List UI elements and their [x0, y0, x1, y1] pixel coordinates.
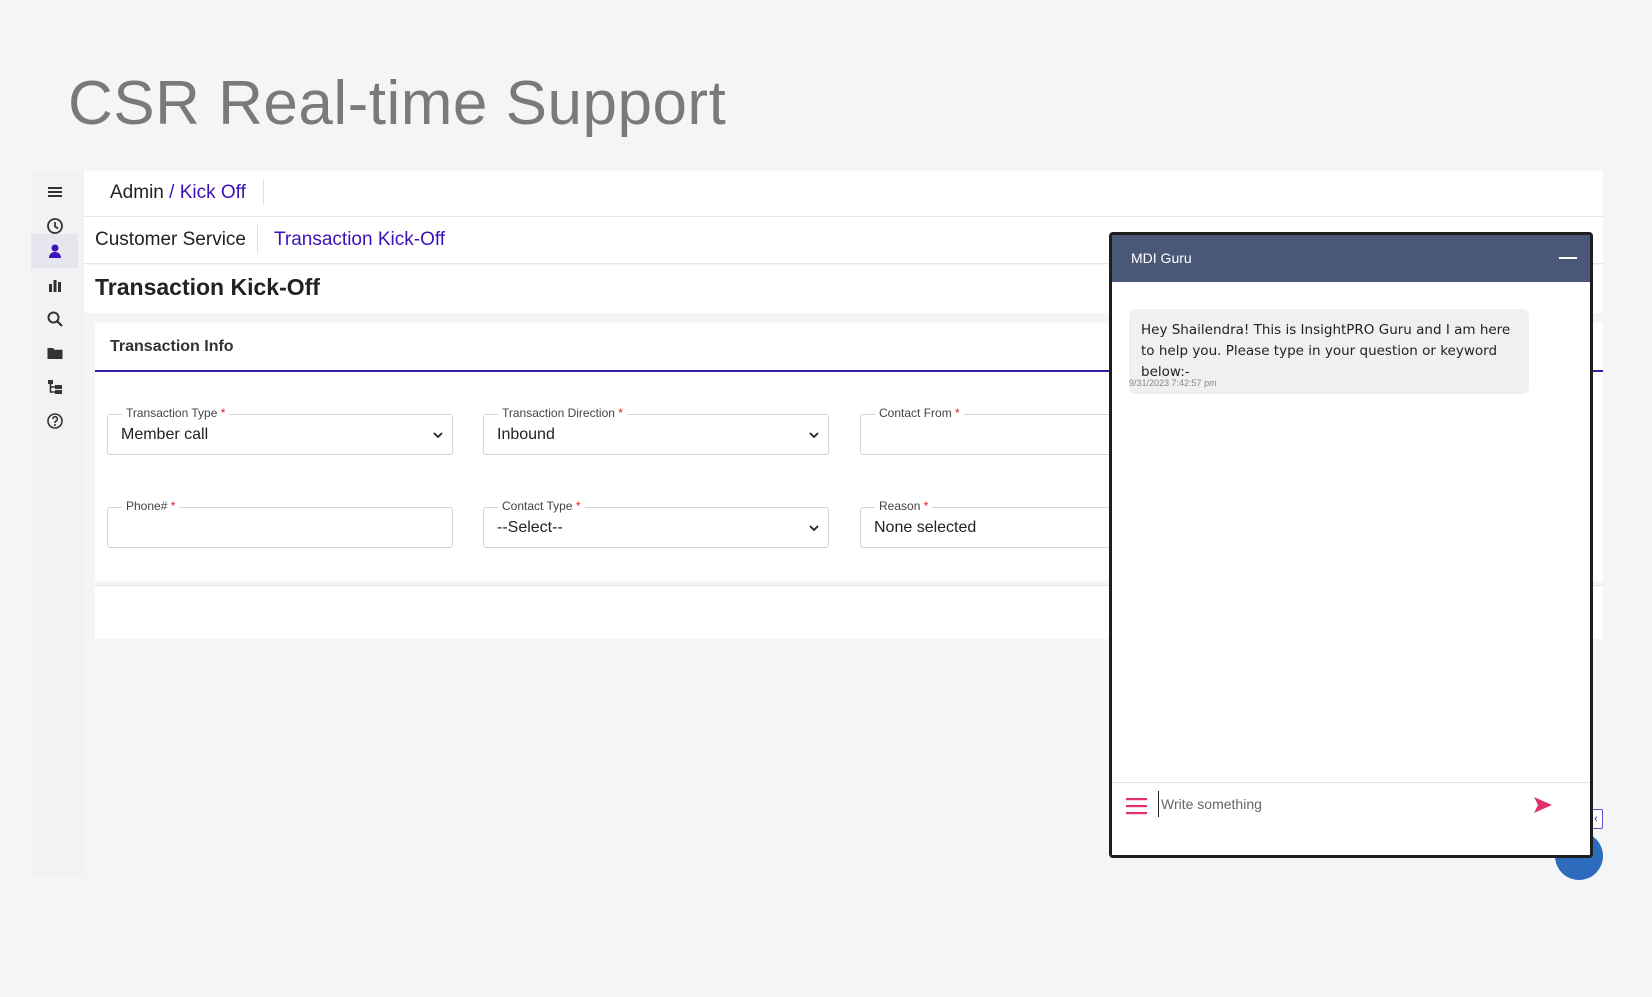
chat-title: MDI Guru [1131, 250, 1192, 266]
chevron-down-icon [809, 525, 819, 532]
field-label: Contact Type * [498, 499, 585, 513]
page-title: Transaction Kick-Off [95, 274, 320, 300]
field-value: Member call [121, 426, 209, 443]
folder-icon[interactable] [31, 336, 78, 370]
field-label: Transaction Type * [122, 406, 230, 420]
message-timestamp: 9/31/2023 7:42:57 pm [1129, 378, 1217, 388]
tab-customer-service[interactable]: Customer Service [95, 229, 246, 251]
chat-header: MDI Guru [1112, 235, 1590, 282]
topbar: Admin / Kick Off [84, 171, 1603, 217]
transaction-type-select[interactable]: Transaction Type * Member call [107, 406, 453, 455]
phone-field[interactable]: Phone# * [107, 499, 453, 548]
chat-widget: MDI Guru Hey Shailendra! This is Insight… [1109, 232, 1593, 858]
chat-message-input[interactable] [1158, 791, 1498, 817]
contact-type-select[interactable]: Contact Type * --Select-- [483, 499, 829, 548]
tab-transaction-kickoff[interactable]: Transaction Kick-Off [274, 229, 445, 251]
field-label: Contact From * [875, 406, 964, 420]
field-value: Inbound [497, 426, 555, 443]
user-icon[interactable] [31, 234, 78, 268]
field-label: Transaction Direction * [498, 406, 627, 420]
breadcrumb-separator: / [163, 182, 180, 203]
section-title: Transaction Info [110, 338, 234, 355]
transaction-direction-select[interactable]: Transaction Direction * Inbound [483, 406, 829, 455]
field-label: Reason * [875, 499, 933, 513]
slide-title: CSR Real-time Support [68, 69, 727, 138]
sidebar [31, 171, 84, 877]
chat-input-bar [1112, 782, 1590, 855]
help-icon[interactable] [31, 404, 78, 438]
minimize-icon[interactable] [1559, 257, 1577, 259]
divider [257, 225, 258, 253]
hierarchy-icon[interactable] [31, 370, 78, 404]
divider [263, 179, 264, 205]
breadcrumb: Admin / Kick Off [110, 182, 246, 204]
chevron-down-icon [433, 432, 443, 439]
hamburger-menu-icon[interactable] [1126, 797, 1147, 815]
send-icon[interactable] [1533, 795, 1553, 815]
breadcrumb-root[interactable]: Admin [110, 182, 164, 203]
field-value: --Select-- [497, 519, 563, 536]
search-icon[interactable] [31, 302, 78, 336]
field-label: Phone# * [122, 499, 180, 513]
bar-chart-icon[interactable] [31, 268, 78, 302]
field-value: None selected [874, 519, 977, 536]
breadcrumb-current[interactable]: Kick Off [180, 182, 246, 203]
chevron-down-icon [809, 432, 819, 439]
menu-icon[interactable] [31, 175, 78, 209]
